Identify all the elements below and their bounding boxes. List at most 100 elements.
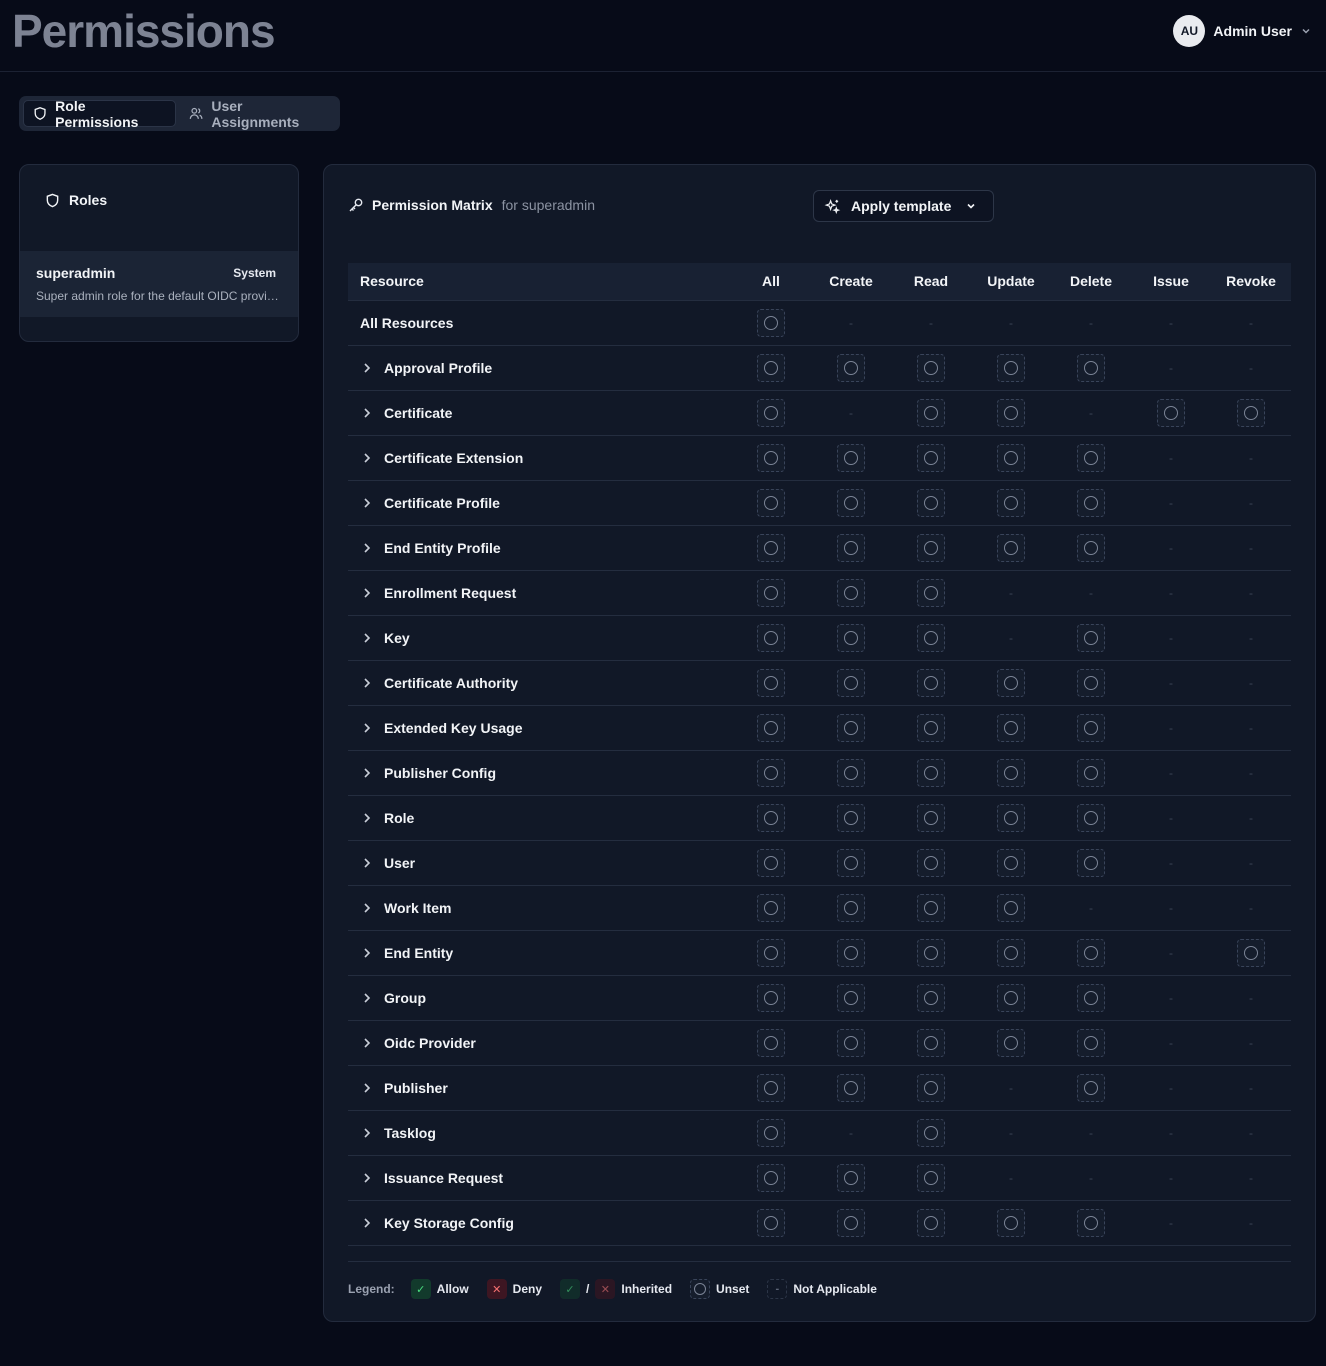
permission-toggle-delete[interactable]	[1077, 758, 1105, 787]
permission-toggle-update[interactable]	[997, 1028, 1025, 1057]
permission-toggle-read[interactable]	[917, 1028, 945, 1057]
chevron-right-icon[interactable]	[360, 1081, 374, 1095]
permission-toggle-all[interactable]	[757, 398, 785, 427]
permission-toggle-read[interactable]	[917, 1163, 945, 1192]
chevron-right-icon[interactable]	[360, 406, 374, 420]
chevron-right-icon[interactable]	[360, 1126, 374, 1140]
apply-template-button[interactable]: Apply template	[813, 190, 994, 222]
permission-toggle-all[interactable]	[757, 308, 785, 337]
permission-toggle-read[interactable]	[917, 668, 945, 697]
permission-toggle-delete[interactable]	[1077, 488, 1105, 517]
permission-toggle-all[interactable]	[757, 893, 785, 922]
permission-toggle-create[interactable]	[837, 983, 865, 1012]
tab-user-assignments[interactable]: User Assignments	[180, 98, 336, 130]
permission-toggle-update[interactable]	[997, 713, 1025, 742]
permission-toggle-create[interactable]	[837, 803, 865, 832]
chevron-right-icon[interactable]	[360, 856, 374, 870]
permission-toggle-revoke[interactable]	[1237, 398, 1265, 427]
permission-toggle-create[interactable]	[837, 443, 865, 472]
permission-toggle-all[interactable]	[757, 848, 785, 877]
permission-toggle-delete[interactable]	[1077, 713, 1105, 742]
permission-toggle-update[interactable]	[997, 893, 1025, 922]
permission-toggle-update[interactable]	[997, 398, 1025, 427]
chevron-right-icon[interactable]	[360, 541, 374, 555]
permission-toggle-delete[interactable]	[1077, 1208, 1105, 1237]
permission-toggle-read[interactable]	[917, 488, 945, 517]
permission-toggle-all[interactable]	[757, 803, 785, 832]
permission-toggle-update[interactable]	[997, 668, 1025, 697]
permission-toggle-revoke[interactable]	[1237, 938, 1265, 967]
chevron-right-icon[interactable]	[360, 676, 374, 690]
chevron-right-icon[interactable]	[360, 1171, 374, 1185]
permission-toggle-all[interactable]	[757, 983, 785, 1012]
permission-toggle-delete[interactable]	[1077, 443, 1105, 472]
tab-role-permissions[interactable]: Role Permissions	[23, 98, 177, 130]
chevron-right-icon[interactable]	[360, 631, 374, 645]
permission-toggle-create[interactable]	[837, 1073, 865, 1102]
permission-toggle-delete[interactable]	[1077, 533, 1105, 562]
permission-toggle-all[interactable]	[757, 488, 785, 517]
permission-toggle-all[interactable]	[757, 1028, 785, 1057]
permission-toggle-all[interactable]	[757, 1073, 785, 1102]
permission-toggle-update[interactable]	[997, 983, 1025, 1012]
permission-toggle-read[interactable]	[917, 623, 945, 652]
permission-toggle-update[interactable]	[997, 533, 1025, 562]
permission-toggle-delete[interactable]	[1077, 623, 1105, 652]
permission-toggle-delete[interactable]	[1077, 848, 1105, 877]
permission-toggle-all[interactable]	[757, 758, 785, 787]
permission-toggle-all[interactable]	[757, 578, 785, 607]
chevron-right-icon[interactable]	[360, 901, 374, 915]
permission-toggle-read[interactable]	[917, 1208, 945, 1237]
permission-toggle-delete[interactable]	[1077, 983, 1105, 1012]
permission-toggle-all[interactable]	[757, 1118, 785, 1147]
permission-toggle-delete[interactable]	[1077, 1073, 1105, 1102]
permission-toggle-read[interactable]	[917, 398, 945, 427]
permission-toggle-update[interactable]	[997, 1208, 1025, 1237]
chevron-right-icon[interactable]	[360, 991, 374, 1005]
permission-toggle-all[interactable]	[757, 1163, 785, 1192]
chevron-right-icon[interactable]	[360, 721, 374, 735]
permission-toggle-all[interactable]	[757, 443, 785, 472]
permission-toggle-delete[interactable]	[1077, 803, 1105, 832]
permission-toggle-read[interactable]	[917, 983, 945, 1012]
permission-toggle-update[interactable]	[997, 758, 1025, 787]
permission-toggle-all[interactable]	[757, 1208, 785, 1237]
permission-toggle-all[interactable]	[757, 938, 785, 967]
user-menu[interactable]: AU Admin User	[1173, 15, 1312, 47]
permission-toggle-create[interactable]	[837, 578, 865, 607]
permission-toggle-delete[interactable]	[1077, 668, 1105, 697]
permission-toggle-all[interactable]	[757, 713, 785, 742]
permission-toggle-create[interactable]	[837, 353, 865, 382]
permission-toggle-create[interactable]	[837, 533, 865, 562]
chevron-right-icon[interactable]	[360, 586, 374, 600]
permission-toggle-create[interactable]	[837, 668, 865, 697]
permission-toggle-create[interactable]	[837, 758, 865, 787]
permission-toggle-all[interactable]	[757, 353, 785, 382]
permission-toggle-create[interactable]	[837, 848, 865, 877]
permission-toggle-update[interactable]	[997, 803, 1025, 832]
permission-toggle-read[interactable]	[917, 893, 945, 922]
chevron-right-icon[interactable]	[360, 1216, 374, 1230]
permission-toggle-read[interactable]	[917, 578, 945, 607]
permission-toggle-create[interactable]	[837, 1028, 865, 1057]
permission-toggle-read[interactable]	[917, 713, 945, 742]
permission-toggle-read[interactable]	[917, 1118, 945, 1147]
permission-toggle-read[interactable]	[917, 1073, 945, 1102]
permission-toggle-delete[interactable]	[1077, 938, 1105, 967]
permission-toggle-update[interactable]	[997, 938, 1025, 967]
permission-toggle-read[interactable]	[917, 803, 945, 832]
permission-toggle-create[interactable]	[837, 488, 865, 517]
role-item-superadmin[interactable]: superadmin System Super admin role for t…	[20, 251, 298, 317]
permission-toggle-update[interactable]	[997, 848, 1025, 877]
chevron-right-icon[interactable]	[360, 361, 374, 375]
chevron-right-icon[interactable]	[360, 811, 374, 825]
permission-toggle-read[interactable]	[917, 443, 945, 472]
chevron-right-icon[interactable]	[360, 766, 374, 780]
permission-toggle-create[interactable]	[837, 893, 865, 922]
permission-toggle-create[interactable]	[837, 623, 865, 652]
permission-toggle-update[interactable]	[997, 353, 1025, 382]
chevron-right-icon[interactable]	[360, 946, 374, 960]
permission-toggle-create[interactable]	[837, 1163, 865, 1192]
chevron-right-icon[interactable]	[360, 496, 374, 510]
permission-toggle-create[interactable]	[837, 713, 865, 742]
